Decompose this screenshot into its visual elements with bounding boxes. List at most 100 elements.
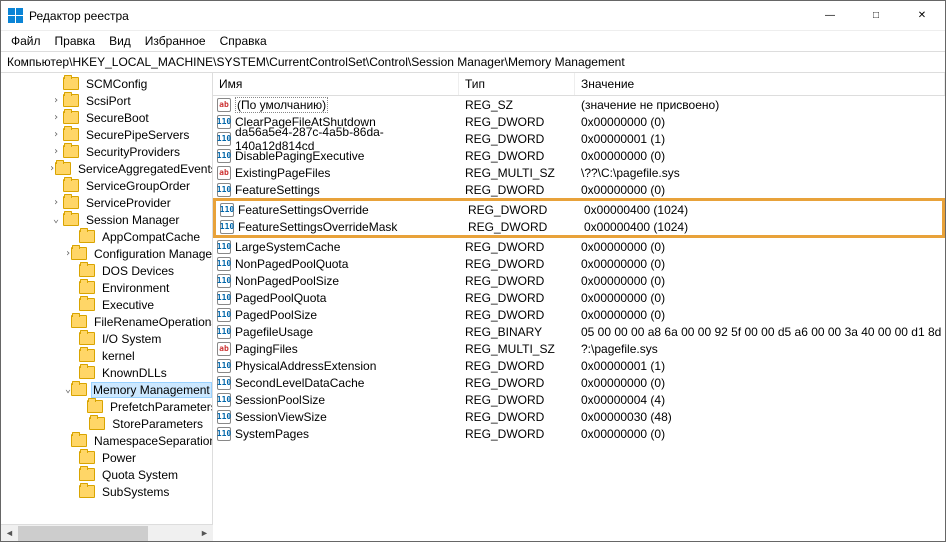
tree-item[interactable]: ›Executive [1,296,212,313]
tree-item[interactable]: ›FileRenameOperations [1,313,212,330]
value-name: PhysicalAddressExtension [235,359,376,373]
binary-value-icon: 110 [217,376,231,390]
tree-item-label: DOS Devices [99,263,177,279]
binary-value-icon: 110 [217,308,231,322]
value-name: ExistingPageFiles [235,166,330,180]
folder-icon [89,417,105,430]
chevron-right-icon[interactable]: › [49,112,63,123]
address-bar[interactable]: Компьютер\HKEY_LOCAL_MACHINE\SYSTEM\Curr… [1,51,945,73]
binary-value-icon: 110 [217,274,231,288]
cell-name: 110FeatureSettingsOverride [216,203,462,217]
value-row[interactable]: ab(По умолчанию)REG_SZ(значение не присв… [213,96,945,113]
binary-value-icon: 110 [217,393,231,407]
tree-item[interactable]: › SecurityProviders [1,143,212,160]
highlight-box: 110FeatureSettingsOverrideREG_DWORD0x000… [213,198,945,238]
menu-view[interactable]: Вид [103,32,137,50]
scroll-right-button[interactable]: ► [196,525,213,542]
cell-value: 0x00000000 (0) [575,308,945,322]
cell-name: 110PhysicalAddressExtension [213,359,459,373]
chevron-right-icon[interactable]: › [49,95,63,106]
col-header-type[interactable]: Тип [459,73,575,95]
value-row[interactable]: 110SessionPoolSizeREG_DWORD0x00000004 (4… [213,391,945,408]
folder-icon [79,281,95,294]
chevron-down-icon[interactable]: ⌄ [49,214,63,225]
tree-item[interactable]: ›Configuration Manager [1,245,212,262]
tree-item[interactable]: ›PrefetchParameters [1,398,212,415]
menu-edit[interactable]: Правка [49,32,102,50]
value-row[interactable]: 110SecondLevelDataCacheREG_DWORD0x000000… [213,374,945,391]
tree-item[interactable]: ›Quota System [1,466,212,483]
values-panel[interactable]: Имя Тип Значение ab(По умолчанию)REG_SZ(… [213,73,945,541]
folder-icon [79,485,95,498]
value-row[interactable]: 110SessionViewSizeREG_DWORD0x00000030 (4… [213,408,945,425]
menu-file[interactable]: Файл [5,32,47,50]
tree-item[interactable]: ›NamespaceSeparation [1,432,212,449]
tree-item[interactable]: ›SubSystems [1,483,212,500]
cell-name: 110SystemPages [213,427,459,441]
value-name: NonPagedPoolQuota [235,257,348,271]
tree-item[interactable]: ›ServiceAggregatedEvents [1,160,212,177]
value-row[interactable]: 110DisablePagingExecutiveREG_DWORD0x0000… [213,147,945,164]
tree-item[interactable]: ›DOS Devices [1,262,212,279]
tree-item[interactable]: ›kernel [1,347,212,364]
menu-favorites[interactable]: Избранное [139,32,212,50]
tree-h-scrollbar[interactable]: ◄ ► [1,524,213,541]
tree-item-label: Memory Management [91,382,212,398]
menu-help[interactable]: Справка [214,32,273,50]
scroll-thumb[interactable] [18,526,148,541]
tree-item[interactable]: ›Environment [1,279,212,296]
tree-item[interactable]: › SecureBoot [1,109,212,126]
tree-item[interactable]: ›AppCompatCache [1,228,212,245]
maximize-button[interactable]: □ [853,1,899,31]
close-button[interactable]: ✕ [899,1,945,31]
value-row[interactable]: abExistingPageFilesREG_MULTI_SZ\??\C:\pa… [213,164,945,181]
cell-name: 110PagedPoolQuota [213,291,459,305]
value-row[interactable]: 110PagedPoolSizeREG_DWORD0x00000000 (0) [213,306,945,323]
value-name: SecondLevelDataCache [235,376,364,390]
binary-value-icon: 110 [217,240,231,254]
value-row[interactable]: 110FeatureSettingsREG_DWORD0x00000000 (0… [213,181,945,198]
value-row[interactable]: 110NonPagedPoolQuotaREG_DWORD0x00000000 … [213,255,945,272]
value-row[interactable]: 110LargeSystemCacheREG_DWORD0x00000000 (… [213,238,945,255]
tree-panel[interactable]: ›SCMConfig›ScsiPort›SecureBoot›SecurePip… [1,73,213,541]
scroll-left-button[interactable]: ◄ [1,525,18,542]
tree-item[interactable]: ›ServiceGroupOrder [1,177,212,194]
value-name: FeatureSettings [235,183,320,197]
cell-type: REG_MULTI_SZ [459,166,575,180]
value-row[interactable]: 110FeatureSettingsOverrideMaskREG_DWORD0… [216,218,942,235]
folder-icon [55,162,71,175]
folder-icon [87,400,103,413]
value-row[interactable]: abPagingFilesREG_MULTI_SZ?:\pagefile.sys [213,340,945,357]
tree-item[interactable]: ›ScsiPort [1,92,212,109]
value-row[interactable]: 110FeatureSettingsOverrideREG_DWORD0x000… [216,201,942,218]
tree-item[interactable]: ›I/O System [1,330,212,347]
cell-type: REG_MULTI_SZ [459,342,575,356]
value-row[interactable]: 110SystemPagesREG_DWORD0x00000000 (0) [213,425,945,442]
col-header-value[interactable]: Значение [575,73,945,95]
minimize-button[interactable]: — [807,1,853,31]
chevron-right-icon[interactable]: › [49,129,63,140]
folder-icon [79,230,95,243]
chevron-right-icon[interactable]: › [49,197,63,208]
tree-item[interactable]: ›StoreParameters [1,415,212,432]
cell-name: 110FeatureSettingsOverrideMask [216,220,462,234]
tree-item-label: SecureBoot [83,110,152,126]
tree-item[interactable]: ⌄Memory Management [1,381,212,398]
tree-item-label: SecurityProviders [83,144,183,160]
value-row[interactable]: 110da56a5e4-287c-4a5b-86da-140a12d814cdR… [213,130,945,147]
tree-item[interactable]: ⌄Session Manager [1,211,212,228]
value-row[interactable]: 110NonPagedPoolSizeREG_DWORD0x00000000 (… [213,272,945,289]
value-row[interactable]: 110PagefileUsageREG_BINARY05 00 00 00 a8… [213,323,945,340]
chevron-right-icon[interactable]: › [49,146,63,157]
tree-item[interactable]: ›SCMConfig [1,75,212,92]
tree-item[interactable]: ›SecurePipeServers [1,126,212,143]
tree-item[interactable]: › ServiceProvider [1,194,212,211]
tree-item[interactable]: ›Power [1,449,212,466]
scroll-track[interactable] [18,525,196,542]
col-header-name[interactable]: Имя [213,73,459,95]
value-row[interactable]: 110PhysicalAddressExtensionREG_DWORD0x00… [213,357,945,374]
value-row[interactable]: 110PagedPoolQuotaREG_DWORD0x00000000 (0) [213,289,945,306]
value-name: NonPagedPoolSize [235,274,339,288]
tree-item-label: ServiceProvider [83,195,174,211]
tree-item[interactable]: ›KnownDLLs [1,364,212,381]
